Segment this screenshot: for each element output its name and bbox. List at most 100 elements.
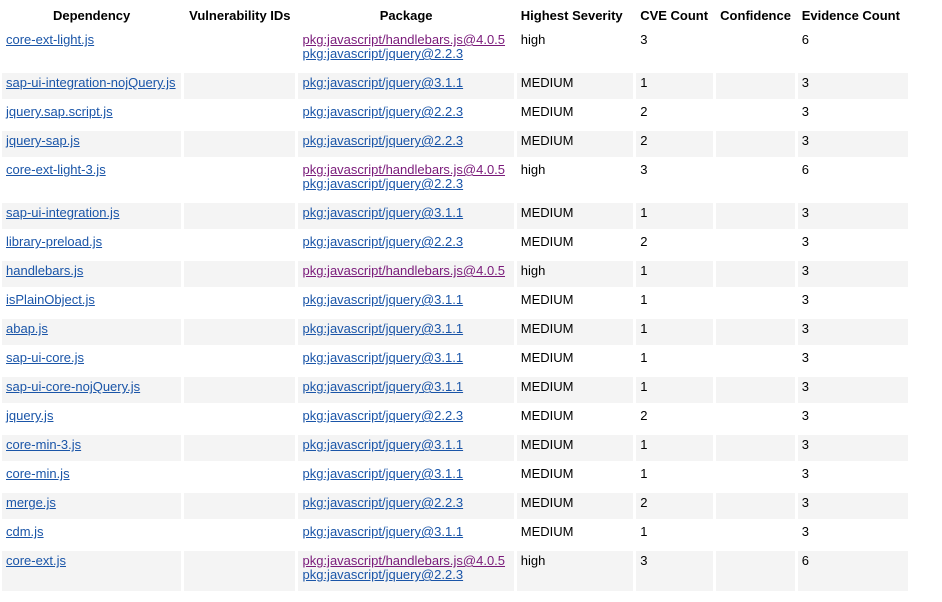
package-link[interactable]: pkg:javascript/handlebars.js@4.0.5 <box>302 33 509 47</box>
cell-highest-severity: MEDIUM <box>516 203 634 229</box>
cell-evidence-count: 3 <box>797 102 908 128</box>
dependency-link[interactable]: abap.js <box>6 321 48 336</box>
dependency-link[interactable]: core-min.js <box>6 466 70 481</box>
cell-confidence <box>716 131 795 157</box>
dependency-link[interactable]: core-ext-light.js <box>6 32 94 47</box>
cell-confidence <box>716 522 795 548</box>
package-link[interactable]: pkg:javascript/jquery@3.1.1 <box>302 206 509 220</box>
column-header-highest-severity[interactable]: Highest Severity <box>517 3 633 27</box>
package-link[interactable]: pkg:javascript/jquery@3.1.1 <box>302 525 509 539</box>
cell-package: pkg:javascript/jquery@3.1.1 <box>298 464 514 490</box>
package-link[interactable]: pkg:javascript/jquery@3.1.1 <box>302 380 509 394</box>
package-link[interactable]: pkg:javascript/jquery@3.1.1 <box>302 322 509 336</box>
package-link[interactable]: pkg:javascript/handlebars.js@4.0.5 <box>302 264 509 278</box>
column-header-package[interactable]: Package <box>298 3 513 27</box>
package-link[interactable]: pkg:javascript/jquery@3.1.1 <box>302 76 509 90</box>
cell-highest-severity: MEDIUM <box>516 319 634 345</box>
dependency-link[interactable]: sap-ui-core-nojQuery.js <box>6 379 140 394</box>
package-link[interactable]: pkg:javascript/jquery@2.2.3 <box>302 47 509 61</box>
dependency-link[interactable]: core-ext-light-3.js <box>6 162 106 177</box>
package-link[interactable]: pkg:javascript/jquery@2.2.3 <box>302 568 509 582</box>
package-link[interactable]: pkg:javascript/jquery@3.1.1 <box>302 351 509 365</box>
cell-confidence <box>716 73 795 99</box>
cell-highest-severity: MEDIUM <box>516 102 634 128</box>
cell-evidence-count: 3 <box>797 435 908 461</box>
table-row: sap-ui-core-nojQuery.js pkg:javascript/jq… <box>2 377 908 403</box>
dependency-link[interactable]: sap-ui-integration.js <box>6 205 119 220</box>
cell-cve-count: 1 <box>636 348 714 374</box>
dependency-link[interactable]: sap-ui-core.js <box>6 350 84 365</box>
cell-vulnerability-ids <box>184 493 296 519</box>
cell-highest-severity: MEDIUM <box>516 290 634 316</box>
table-row: sap-ui-integration.js pkg:javascript/jque… <box>2 203 908 229</box>
cell-cve-count: 1 <box>636 73 714 99</box>
column-header-cve-count[interactable]: CVE Count <box>636 3 713 27</box>
cell-dependency: cdm.js <box>2 522 182 548</box>
cell-package: pkg:javascript/jquery@3.1.1 <box>298 522 514 548</box>
cell-evidence-count: 6 <box>797 30 908 70</box>
cell-dependency: core-ext-light.js <box>2 30 182 70</box>
cell-vulnerability-ids <box>184 203 296 229</box>
package-link[interactable]: pkg:javascript/jquery@2.2.3 <box>302 105 509 119</box>
cell-vulnerability-ids <box>184 102 296 128</box>
cell-cve-count: 1 <box>636 203 714 229</box>
cell-confidence <box>716 261 795 287</box>
package-link[interactable]: pkg:javascript/jquery@3.1.1 <box>302 467 509 481</box>
dependency-link[interactable]: core-min-3.js <box>6 437 81 452</box>
cell-vulnerability-ids <box>184 319 296 345</box>
package-link[interactable]: pkg:javascript/jquery@2.2.3 <box>302 134 509 148</box>
cell-vulnerability-ids <box>184 290 296 316</box>
cell-package: pkg:javascript/jquery@2.2.3 <box>298 102 514 128</box>
package-link[interactable]: pkg:javascript/jquery@2.2.3 <box>302 409 509 423</box>
cell-cve-count: 2 <box>636 232 714 258</box>
dependency-link[interactable]: handlebars.js <box>6 263 83 278</box>
cell-evidence-count: 3 <box>797 406 908 432</box>
cell-package: pkg:javascript/jquery@3.1.1 <box>298 73 514 99</box>
package-link[interactable]: pkg:javascript/handlebars.js@4.0.5 <box>302 163 509 177</box>
package-link[interactable]: pkg:javascript/jquery@2.2.3 <box>302 177 509 191</box>
cell-confidence <box>716 232 795 258</box>
package-link[interactable]: pkg:javascript/jquery@2.2.3 <box>302 496 509 510</box>
dependency-link[interactable]: jquery.sap.script.js <box>6 104 113 119</box>
cell-cve-count: 1 <box>636 261 714 287</box>
dependency-link[interactable]: cdm.js <box>6 524 44 539</box>
cell-dependency: core-min-3.js <box>2 435 182 461</box>
cell-dependency: isPlainObject.js <box>2 290 182 316</box>
package-link[interactable]: pkg:javascript/jquery@2.2.3 <box>302 235 509 249</box>
cell-vulnerability-ids <box>184 232 296 258</box>
dependency-link[interactable]: jquery-sap.js <box>6 133 80 148</box>
cell-evidence-count: 3 <box>797 203 908 229</box>
cell-vulnerability-ids <box>184 377 296 403</box>
vulnerability-table: Dependency Vulnerability IDs Package Hig… <box>0 0 911 594</box>
cell-evidence-count: 3 <box>797 377 908 403</box>
package-link[interactable]: pkg:javascript/handlebars.js@4.0.5 <box>302 554 509 568</box>
dependency-link[interactable]: core-ext.js <box>6 553 66 568</box>
cell-cve-count: 2 <box>636 102 714 128</box>
dependency-link[interactable]: sap-ui-integration-nojQuery.js <box>6 75 176 90</box>
cell-vulnerability-ids <box>184 551 296 591</box>
dependency-link[interactable]: merge.js <box>6 495 56 510</box>
dependency-link[interactable]: jquery.js <box>6 408 53 423</box>
cell-cve-count: 3 <box>636 160 714 200</box>
cell-dependency: sap-ui-integration-nojQuery.js <box>2 73 182 99</box>
cell-vulnerability-ids <box>184 435 296 461</box>
package-link[interactable]: pkg:javascript/jquery@3.1.1 <box>302 293 509 307</box>
column-header-confidence[interactable]: Confidence <box>716 3 794 27</box>
dependency-link[interactable]: isPlainObject.js <box>6 292 95 307</box>
cell-evidence-count: 6 <box>797 160 908 200</box>
cell-highest-severity: MEDIUM <box>516 232 634 258</box>
cell-vulnerability-ids <box>184 406 296 432</box>
dependency-link[interactable]: library-preload.js <box>6 234 102 249</box>
cell-highest-severity: high <box>516 551 634 591</box>
table-row: sap-ui-integration-nojQuery.js pkg:javasc… <box>2 73 908 99</box>
cell-highest-severity: MEDIUM <box>516 493 634 519</box>
column-header-vulnerability-ids[interactable]: Vulnerability IDs <box>184 3 295 27</box>
cell-cve-count: 1 <box>636 435 714 461</box>
cell-evidence-count: 3 <box>797 73 908 99</box>
cell-cve-count: 1 <box>636 377 714 403</box>
cell-vulnerability-ids <box>184 522 296 548</box>
cell-highest-severity: high <box>516 30 634 70</box>
package-link[interactable]: pkg:javascript/jquery@3.1.1 <box>302 438 509 452</box>
column-header-evidence-count[interactable]: Evidence Count <box>798 3 908 27</box>
column-header-dependency[interactable]: Dependency <box>2 3 181 27</box>
